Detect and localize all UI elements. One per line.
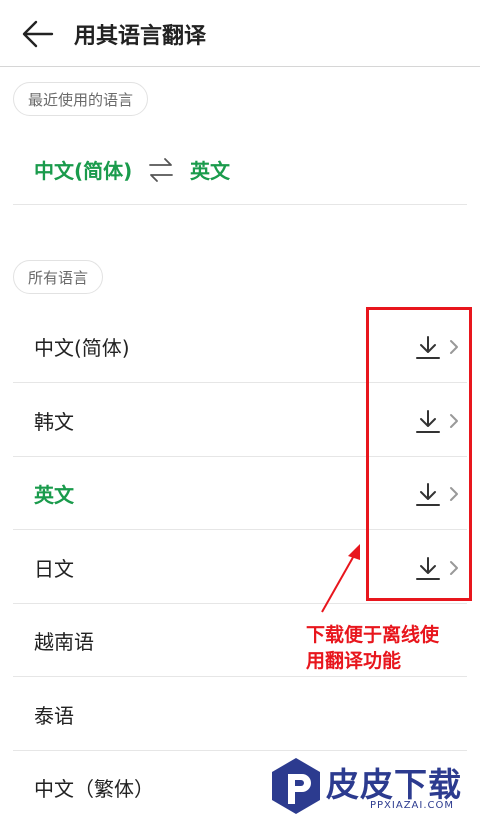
language-label: 中文（繁体） xyxy=(34,777,154,801)
watermark: 皮皮下载 PPXIAZAI.COM xyxy=(268,756,478,818)
all-languages-chip: 所有语言 xyxy=(13,260,104,294)
language-label: 日文 xyxy=(34,556,74,581)
swap-arrows-icon[interactable] xyxy=(146,156,176,184)
recent-languages-chip: 最近使用的语言 xyxy=(13,82,149,116)
annotation-box xyxy=(366,307,472,601)
app-header: 用其语言翻译 xyxy=(0,0,480,67)
divider xyxy=(13,204,467,205)
annotation-note-line1: 下载便于离线使 xyxy=(306,624,440,646)
annotation-note-line2: 用翻译功能 xyxy=(306,650,402,672)
annotation-arrow xyxy=(321,544,360,613)
page-title: 用其语言翻译 xyxy=(74,24,207,49)
language-label: 泰语 xyxy=(34,703,74,728)
recent-source-language[interactable]: 中文(简体) xyxy=(34,155,132,184)
language-label: 韩文 xyxy=(34,409,74,434)
language-row[interactable]: 泰语 xyxy=(0,678,480,751)
language-label: 越南语 xyxy=(34,630,94,654)
arrow-left-icon[interactable] xyxy=(20,18,56,50)
language-label: 中文(简体) xyxy=(34,336,130,360)
recent-target-language[interactable]: 英文 xyxy=(190,155,230,184)
watermark-text: 皮皮下载 xyxy=(326,765,462,804)
annotation-note: 下载便于离线使 用翻译功能 xyxy=(306,622,476,674)
watermark-logo-icon xyxy=(272,758,320,814)
language-label: 英文 xyxy=(34,483,74,507)
watermark-url: PPXIAZAI.COM xyxy=(370,800,455,811)
